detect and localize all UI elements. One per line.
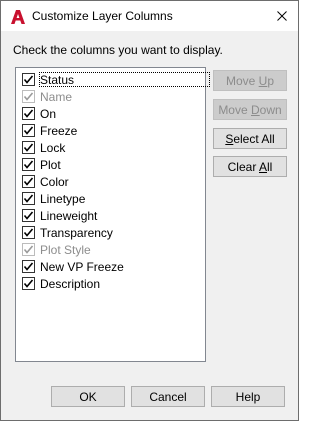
checkmark-icon — [23, 245, 34, 254]
column-label: Freeze — [40, 123, 78, 138]
ok-label: OK — [79, 389, 97, 404]
column-checkbox[interactable] — [22, 107, 35, 120]
checkmark-icon — [23, 177, 34, 186]
title-bar: Customize Layer Columns — [1, 1, 298, 31]
select-all-button[interactable]: Select All — [213, 128, 287, 149]
column-checkbox[interactable] — [22, 277, 35, 290]
column-item: Name — [19, 88, 202, 105]
checkmark-icon — [23, 92, 34, 101]
checkmark-icon — [23, 211, 34, 220]
clear-all-button[interactable]: Clear All — [213, 156, 287, 177]
column-label: Name — [40, 89, 73, 104]
checkmark-icon — [23, 279, 34, 288]
column-checkbox[interactable] — [22, 226, 35, 239]
column-item[interactable]: Plot — [19, 156, 202, 173]
column-checkbox[interactable] — [22, 192, 35, 205]
column-label: Lock — [40, 140, 66, 155]
close-icon — [276, 11, 287, 21]
column-label: New VP Freeze — [40, 259, 124, 274]
checkmark-icon — [23, 143, 34, 152]
column-checkbox[interactable] — [22, 209, 35, 222]
column-label: Lineweight — [40, 208, 98, 223]
move-up-label: Move Up — [225, 73, 275, 88]
column-checkbox[interactable] — [22, 141, 35, 154]
column-item[interactable]: Description — [19, 275, 202, 292]
cancel-label: Cancel — [149, 389, 187, 404]
column-checkbox[interactable] — [22, 124, 35, 137]
column-item[interactable]: Lock — [19, 139, 202, 156]
help-label: Help — [235, 389, 261, 404]
column-label: Color — [40, 174, 69, 189]
dialog-title: Customize Layer Columns — [32, 9, 173, 23]
column-label: Transparency — [40, 225, 113, 240]
column-checkbox — [22, 243, 35, 256]
move-up-button[interactable]: Move Up — [213, 70, 287, 91]
checkmark-icon — [23, 126, 34, 135]
select-all-label: Select All — [225, 131, 275, 146]
column-label: Linetype — [40, 191, 86, 206]
checkmark-icon — [23, 75, 34, 84]
move-down-label: Move Down — [218, 102, 282, 117]
cancel-button[interactable]: Cancel — [131, 386, 205, 407]
column-checkbox[interactable] — [22, 260, 35, 273]
column-checkbox[interactable] — [22, 175, 35, 188]
clear-all-label: Clear All — [227, 159, 273, 174]
columns-checklist[interactable]: Status Name On Freeze Lock Plot Color Linetype L… — [15, 67, 210, 362]
column-item[interactable]: Linetype — [19, 190, 202, 207]
column-checkbox[interactable] — [22, 73, 35, 86]
column-item[interactable]: Freeze — [19, 122, 202, 139]
column-checkbox[interactable] — [22, 158, 35, 171]
ok-button[interactable]: OK — [51, 386, 125, 407]
checkmark-icon — [23, 228, 34, 237]
column-checkbox — [22, 90, 35, 103]
column-label: Description — [40, 276, 101, 291]
column-item[interactable]: Color — [19, 173, 202, 190]
column-item[interactable]: Lineweight — [19, 207, 202, 224]
column-label: Plot — [40, 157, 61, 172]
checkmark-icon — [23, 262, 34, 271]
column-label: Plot Style — [40, 242, 91, 257]
customize-layer-columns-dialog: Customize Layer Columns Check the column… — [0, 0, 299, 421]
instruction-text: Check the columns you want to display. — [13, 43, 223, 57]
checkmark-icon — [23, 160, 34, 169]
move-down-button[interactable]: Move Down — [213, 99, 287, 120]
column-label: On — [40, 106, 57, 121]
close-button[interactable] — [265, 1, 298, 31]
column-item[interactable]: Transparency — [19, 224, 202, 241]
checkmark-icon — [23, 109, 34, 118]
checkmark-icon — [23, 194, 34, 203]
column-item[interactable]: New VP Freeze — [19, 258, 202, 275]
column-item[interactable]: Status — [19, 71, 210, 88]
help-button[interactable]: Help — [211, 386, 285, 407]
column-item[interactable]: On — [19, 105, 202, 122]
column-label: Status — [40, 72, 75, 87]
autocad-app-icon — [10, 9, 26, 25]
column-item: Plot Style — [19, 241, 202, 258]
